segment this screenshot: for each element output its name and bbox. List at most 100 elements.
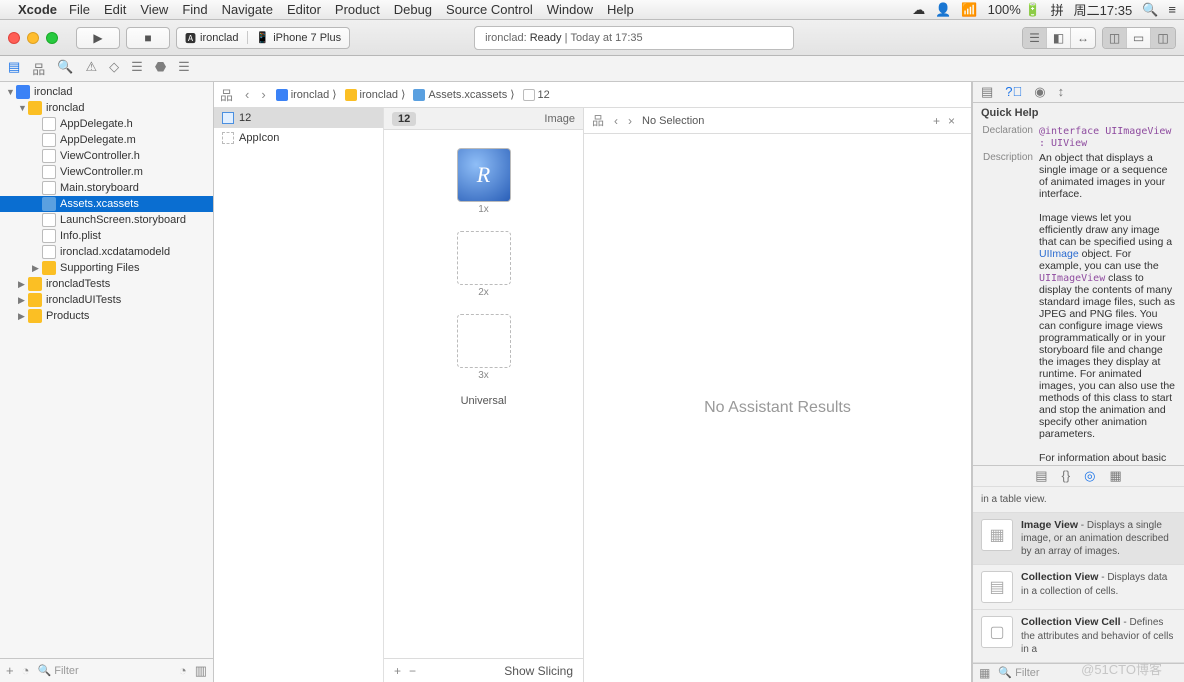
app-menu[interactable]: Xcode <box>18 2 57 17</box>
debug-navigator-icon[interactable]: ☰ <box>131 59 143 78</box>
toggle-navigator-icon[interactable]: ◫ <box>1103 28 1127 48</box>
standard-editor-icon[interactable]: ☰ <box>1023 28 1047 48</box>
quick-help-icon[interactable]: ?⃝ <box>1005 84 1022 99</box>
library-filter-input[interactable]: 🔍 Filter <box>998 666 1178 679</box>
file-tree-item[interactable]: ▶Supporting Files <box>0 260 213 276</box>
menu-help[interactable]: Help <box>607 2 634 17</box>
forward-button[interactable]: › <box>255 87 271 102</box>
assistant-related-icon[interactable]: 品 <box>592 112 604 129</box>
navigator-filter-input[interactable]: 🔍 Filter <box>37 664 170 677</box>
menu-source-control[interactable]: Source Control <box>446 2 533 17</box>
run-button[interactable]: ▶ <box>76 27 120 49</box>
test-navigator-icon[interactable]: ◇ <box>109 59 119 78</box>
image-slot-1x[interactable] <box>457 148 511 202</box>
file-tree-item[interactable]: ▶Products <box>0 308 213 324</box>
minimize-window-button[interactable] <box>27 32 39 44</box>
qh-uiimage-link[interactable]: UIImage <box>1039 248 1079 260</box>
filter-recent-icon[interactable]: ◔ <box>22 663 30 678</box>
close-window-button[interactable] <box>8 32 20 44</box>
stop-button[interactable]: ■ <box>126 27 170 49</box>
assistant-editor-icon[interactable]: ◧ <box>1047 28 1071 48</box>
icloud-status-icon[interactable]: ☁︎ <box>912 2 925 18</box>
menu-navigate[interactable]: Navigate <box>222 2 273 17</box>
crumb-0[interactable]: ironclad ⟩ <box>272 88 341 101</box>
filter-scope-icon[interactable]: ▥ <box>195 663 207 679</box>
assistant-add-button[interactable]: + <box>933 114 940 128</box>
attributes-inspector-icon[interactable]: ↕ <box>1058 84 1065 99</box>
back-button[interactable]: ‹ <box>239 87 255 102</box>
crumb-1[interactable]: ironclad ⟩ <box>341 88 410 101</box>
related-items-icon[interactable]: 品 <box>214 85 239 104</box>
asset-item-12[interactable]: 12 <box>214 108 383 128</box>
pane-toggle-segmented[interactable]: ◫ ▭ ◫ <box>1102 27 1176 49</box>
crumb-2[interactable]: Assets.xcassets ⟩ <box>409 88 518 101</box>
lib-item-collection-view-cell[interactable]: ▢ Collection View Cell - Defines the att… <box>973 610 1184 663</box>
menu-editor[interactable]: Editor <box>287 2 321 17</box>
file-tree-item[interactable]: AppDelegate.m <box>0 132 213 148</box>
file-tree-item[interactable]: Main.storyboard <box>0 180 213 196</box>
outline-remove-button[interactable]: − <box>409 664 416 678</box>
wifi-icon[interactable]: 📶 <box>961 2 977 18</box>
version-editor-icon[interactable]: ↔ <box>1071 28 1095 48</box>
filter-scm-icon[interactable]: ◔ <box>179 663 187 678</box>
lib-item-image-view[interactable]: ▦ Image View - Displays a single image, … <box>973 513 1184 566</box>
clock[interactable]: 周二17:35 <box>1074 0 1133 19</box>
file-inspector-icon[interactable]: ▤ <box>981 84 993 100</box>
file-tree-item[interactable]: ViewController.m <box>0 164 213 180</box>
outline-add-button[interactable]: + <box>394 664 401 678</box>
file-tree-item[interactable]: ironclad.xcdatamodeld <box>0 244 213 260</box>
breakpoint-navigator-icon[interactable]: ⬣ <box>155 59 166 78</box>
file-tree-item[interactable]: ▼ironclad <box>0 84 213 100</box>
menu-debug[interactable]: Debug <box>394 2 432 17</box>
scheme-selector[interactable]: 🅰ironclad 📱iPhone 7 Plus <box>176 27 350 49</box>
add-button[interactable]: + <box>6 663 14 678</box>
menu-window[interactable]: Window <box>547 2 593 17</box>
spotlight-icon[interactable]: 🔍 <box>1142 2 1158 18</box>
editor-mode-segmented[interactable]: ☰ ◧ ↔ <box>1022 27 1096 49</box>
code-snippet-lib-icon[interactable]: {} <box>1061 468 1070 483</box>
object-lib-icon[interactable]: ◎ <box>1084 468 1095 484</box>
image-slot-3x[interactable] <box>457 314 511 368</box>
assistant-back-button[interactable]: ‹ <box>614 114 618 128</box>
image-slot-2x[interactable] <box>457 231 511 285</box>
fast-user-icon[interactable]: 👤 <box>935 2 951 18</box>
symbol-navigator-icon[interactable]: 品 <box>32 59 45 78</box>
issue-navigator-icon[interactable]: ⚠ <box>86 59 98 78</box>
crumb-3[interactable]: 12 <box>519 89 554 101</box>
zoom-window-button[interactable] <box>46 32 58 44</box>
inspector-tabs[interactable]: ▤ ?⃝ ◉ ↕ <box>973 82 1184 103</box>
report-navigator-icon[interactable]: ☰ <box>178 59 190 78</box>
file-tree-item[interactable]: Info.plist <box>0 228 213 244</box>
file-template-lib-icon[interactable]: ▤ <box>1035 468 1047 484</box>
media-lib-icon[interactable]: ▦ <box>1110 468 1122 484</box>
file-tree-item[interactable]: ▼ironclad <box>0 100 213 116</box>
file-tree-item[interactable]: ViewController.h <box>0 148 213 164</box>
menu-file[interactable]: File <box>69 2 90 17</box>
library-tabs[interactable]: ▤ {} ◎ ▦ <box>973 465 1184 486</box>
battery-status[interactable]: 100% 🔋 <box>988 2 1041 18</box>
file-tree-item[interactable]: ▶ironcladUITests <box>0 292 213 308</box>
target-icon: 🅰 <box>185 30 196 46</box>
menu-find[interactable]: Find <box>182 2 207 17</box>
menu-edit[interactable]: Edit <box>104 2 126 17</box>
lib-item-partial[interactable]: in a table view. <box>973 487 1184 513</box>
file-tree-item[interactable]: LaunchScreen.storyboard <box>0 212 213 228</box>
menu-product[interactable]: Product <box>335 2 380 17</box>
find-navigator-icon[interactable]: 🔍 <box>57 59 73 78</box>
assistant-forward-button[interactable]: › <box>628 114 632 128</box>
identity-inspector-icon[interactable]: ◉ <box>1034 84 1045 100</box>
input-source[interactable]: 拼 <box>1051 0 1064 19</box>
show-slicing-button[interactable]: Show Slicing <box>504 664 573 678</box>
project-navigator-icon[interactable]: ▤ <box>8 59 20 78</box>
file-tree-item[interactable]: Assets.xcassets <box>0 196 213 212</box>
assistant-close-button[interactable]: × <box>948 114 955 128</box>
menu-view[interactable]: View <box>140 2 168 17</box>
toggle-debug-icon[interactable]: ▭ <box>1127 28 1151 48</box>
toggle-utilities-icon[interactable]: ◫ <box>1151 28 1175 48</box>
library-view-mode-icon[interactable]: ▦ <box>979 666 990 680</box>
asset-item-appicon[interactable]: AppIcon <box>214 128 383 148</box>
file-tree-item[interactable]: AppDelegate.h <box>0 116 213 132</box>
lib-item-collection-view[interactable]: ▤ Collection View - Displays data in a c… <box>973 565 1184 610</box>
notification-center-icon[interactable]: ≡ <box>1168 2 1176 17</box>
file-tree-item[interactable]: ▶ironcladTests <box>0 276 213 292</box>
